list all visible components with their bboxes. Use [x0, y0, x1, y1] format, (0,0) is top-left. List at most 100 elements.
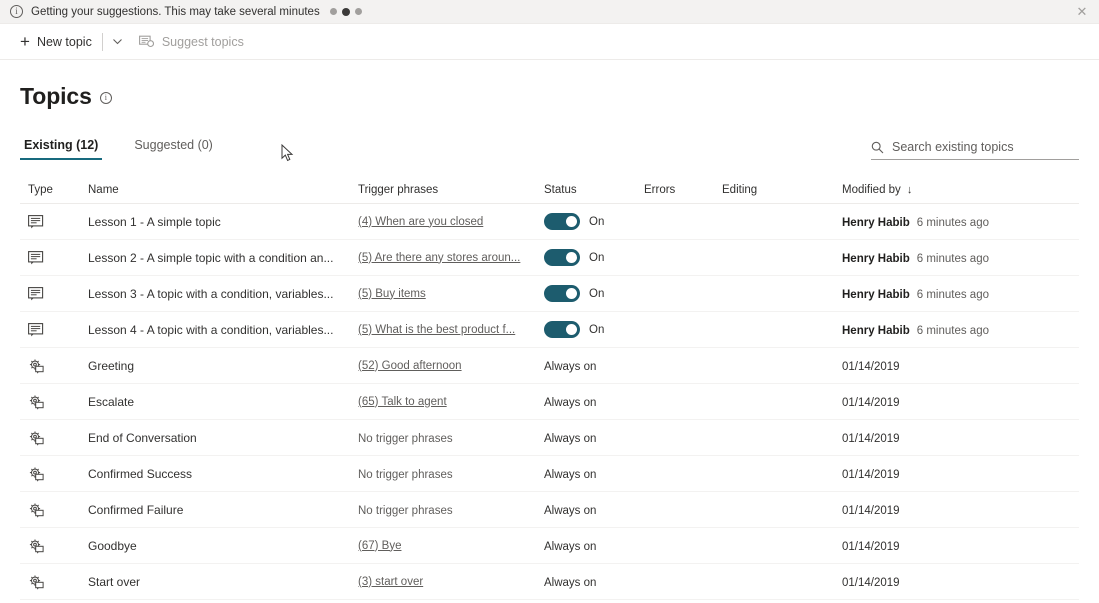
close-icon[interactable]: ✕: [1073, 3, 1091, 21]
tab-suggested[interactable]: Suggested (0): [130, 138, 217, 160]
page-title: Topics: [20, 83, 92, 109]
cell-modified-by: 01/14/2019: [842, 539, 1079, 553]
cell-topic-name[interactable]: Lesson 2 - A simple topic with a conditi…: [88, 251, 358, 265]
modified-date: 01/14/2019: [842, 468, 900, 481]
cell-trigger-phrases: (52) Good afternoon: [358, 360, 544, 372]
status-text: Always on: [544, 360, 597, 373]
trigger-phrases-empty: No trigger phrases: [358, 468, 453, 481]
status-toggle-wrapper: On: [544, 321, 644, 338]
tab-existing[interactable]: Existing (12): [20, 138, 103, 160]
cell-modified-by: 01/14/2019: [842, 467, 1079, 481]
command-divider: [101, 32, 103, 51]
cell-modified-by: 01/14/2019: [842, 359, 1079, 373]
cell-modified-by: Henry Habib 6 minutes ago: [842, 251, 1079, 265]
table-row[interactable]: Lesson 4 - A topic with a condition, var…: [20, 312, 1079, 348]
cell-type: [20, 430, 88, 446]
tabs-and-search-row: Existing (12) Suggested (0): [20, 128, 1079, 160]
trigger-phrases-empty: No trigger phrases: [358, 504, 453, 517]
cell-topic-name[interactable]: Escalate: [88, 395, 358, 409]
cell-topic-name[interactable]: Start over: [88, 575, 358, 589]
trigger-phrases-link[interactable]: (3) start over: [358, 576, 530, 588]
status-toggle-wrapper: On: [544, 213, 644, 230]
trigger-phrases-link[interactable]: (5) Buy items: [358, 288, 530, 300]
search-input[interactable]: [892, 140, 1079, 154]
column-header-trigger[interactable]: Trigger phrases: [358, 184, 544, 196]
cell-modified-by: Henry Habib 6 minutes ago: [842, 287, 1079, 301]
cell-modified-by: Henry Habib 6 minutes ago: [842, 323, 1079, 337]
table-row[interactable]: Lesson 1 - A simple topic (4) When are yo…: [20, 204, 1079, 240]
modified-by-user: Henry Habib: [842, 252, 910, 265]
table-row[interactable]: Greeting (52) Good afternoon Always on 01/1…: [20, 348, 1079, 384]
table-row[interactable]: Escalate (65) Talk to agent Always on 01/14…: [20, 384, 1079, 420]
modified-by-user: Henry Habib: [842, 324, 910, 337]
trigger-phrases-link[interactable]: (52) Good afternoon: [358, 360, 530, 372]
modified-date: 01/14/2019: [842, 360, 900, 373]
status-toggle[interactable]: [544, 213, 580, 230]
column-header-editing[interactable]: Editing: [722, 184, 842, 196]
trigger-phrases-empty: No trigger phrases: [358, 432, 453, 445]
search-box[interactable]: [871, 140, 1079, 160]
cell-trigger-phrases: (3) start over: [358, 576, 544, 588]
column-header-modified-by-label: Modified by: [842, 183, 901, 196]
cell-topic-name[interactable]: Goodbye: [88, 539, 358, 553]
modified-timestamp: 6 minutes ago: [916, 252, 989, 265]
cell-type: [20, 286, 88, 301]
notification-message: Getting your suggestions. This may take …: [31, 5, 320, 18]
new-topic-button[interactable]: + New topic: [12, 26, 100, 58]
cell-topic-name[interactable]: End of Conversation: [88, 431, 358, 445]
chevron-down-icon[interactable]: [105, 26, 131, 58]
cell-topic-name[interactable]: Greeting: [88, 359, 358, 373]
system-topic-icon: [28, 538, 88, 554]
trigger-phrases-link[interactable]: (65) Talk to agent: [358, 396, 530, 408]
plus-icon: +: [20, 32, 30, 51]
notification-bar: i Getting your suggestions. This may tak…: [0, 0, 1099, 24]
modified-by-user: Henry Habib: [842, 216, 910, 229]
modified-date: 01/14/2019: [842, 504, 900, 517]
cell-topic-name[interactable]: Confirmed Failure: [88, 503, 358, 517]
status-toggle[interactable]: [544, 321, 580, 338]
trigger-phrases-link[interactable]: (4) When are you closed: [358, 216, 530, 228]
table-row[interactable]: Lesson 2 - A simple topic with a conditi…: [20, 240, 1079, 276]
table-row[interactable]: Goodbye (67) Bye Always on 01/14/2019: [20, 528, 1079, 564]
info-circle-icon[interactable]: i: [99, 91, 112, 104]
column-header-name[interactable]: Name: [88, 184, 358, 196]
table-row[interactable]: End of Conversation No trigger phrases Alw…: [20, 420, 1079, 456]
status-text: Always on: [544, 576, 597, 589]
suggest-topics-icon: [138, 35, 154, 49]
modified-timestamp: 6 minutes ago: [916, 216, 989, 229]
system-topic-icon: [28, 502, 88, 518]
cell-status: Always on: [544, 395, 644, 409]
column-header-modified-by[interactable]: Modified by ↓: [842, 184, 1079, 196]
trigger-phrases-link[interactable]: (67) Bye: [358, 540, 530, 552]
cell-status: Always on: [544, 539, 644, 553]
status-text: Always on: [544, 396, 597, 409]
status-toggle-wrapper: On: [544, 249, 644, 266]
table-row[interactable]: Start over (3) start over Always on 01/14/2…: [20, 564, 1079, 600]
cell-topic-name[interactable]: Confirmed Success: [88, 467, 358, 481]
cell-modified-by: 01/14/2019: [842, 395, 1079, 409]
table-body: Lesson 1 - A simple topic (4) When are yo…: [20, 204, 1079, 600]
speech-bubble-icon: [28, 250, 88, 265]
trigger-phrases-link[interactable]: (5) What is the best product f...: [358, 324, 530, 336]
status-toggle[interactable]: [544, 285, 580, 302]
cell-type: [20, 394, 88, 410]
cell-modified-by: 01/14/2019: [842, 503, 1079, 517]
trigger-phrases-link[interactable]: (5) Are there any stores aroun...: [358, 252, 530, 264]
column-header-type[interactable]: Type: [20, 184, 88, 196]
table-row[interactable]: Confirmed Success No trigger phrases Alway…: [20, 456, 1079, 492]
column-header-status[interactable]: Status: [544, 184, 644, 196]
cell-topic-name[interactable]: Lesson 3 - A topic with a condition, var…: [88, 287, 358, 301]
speech-bubble-icon: [28, 214, 88, 229]
sort-descending-icon: ↓: [906, 183, 913, 196]
status-text: Always on: [544, 540, 597, 553]
cell-topic-name[interactable]: Lesson 1 - A simple topic: [88, 215, 358, 229]
system-topic-icon: [28, 430, 88, 446]
column-header-errors[interactable]: Errors: [644, 184, 722, 196]
table-row[interactable]: Confirmed Failure No trigger phrases Alway…: [20, 492, 1079, 528]
status-toggle[interactable]: [544, 249, 580, 266]
suggest-topics-button[interactable]: Suggest topics: [131, 26, 252, 58]
cell-topic-name[interactable]: Lesson 4 - A topic with a condition, var…: [88, 323, 358, 337]
modified-date: 01/14/2019: [842, 432, 900, 445]
cell-type: [20, 466, 88, 482]
table-row[interactable]: Lesson 3 - A topic with a condition, var…: [20, 276, 1079, 312]
